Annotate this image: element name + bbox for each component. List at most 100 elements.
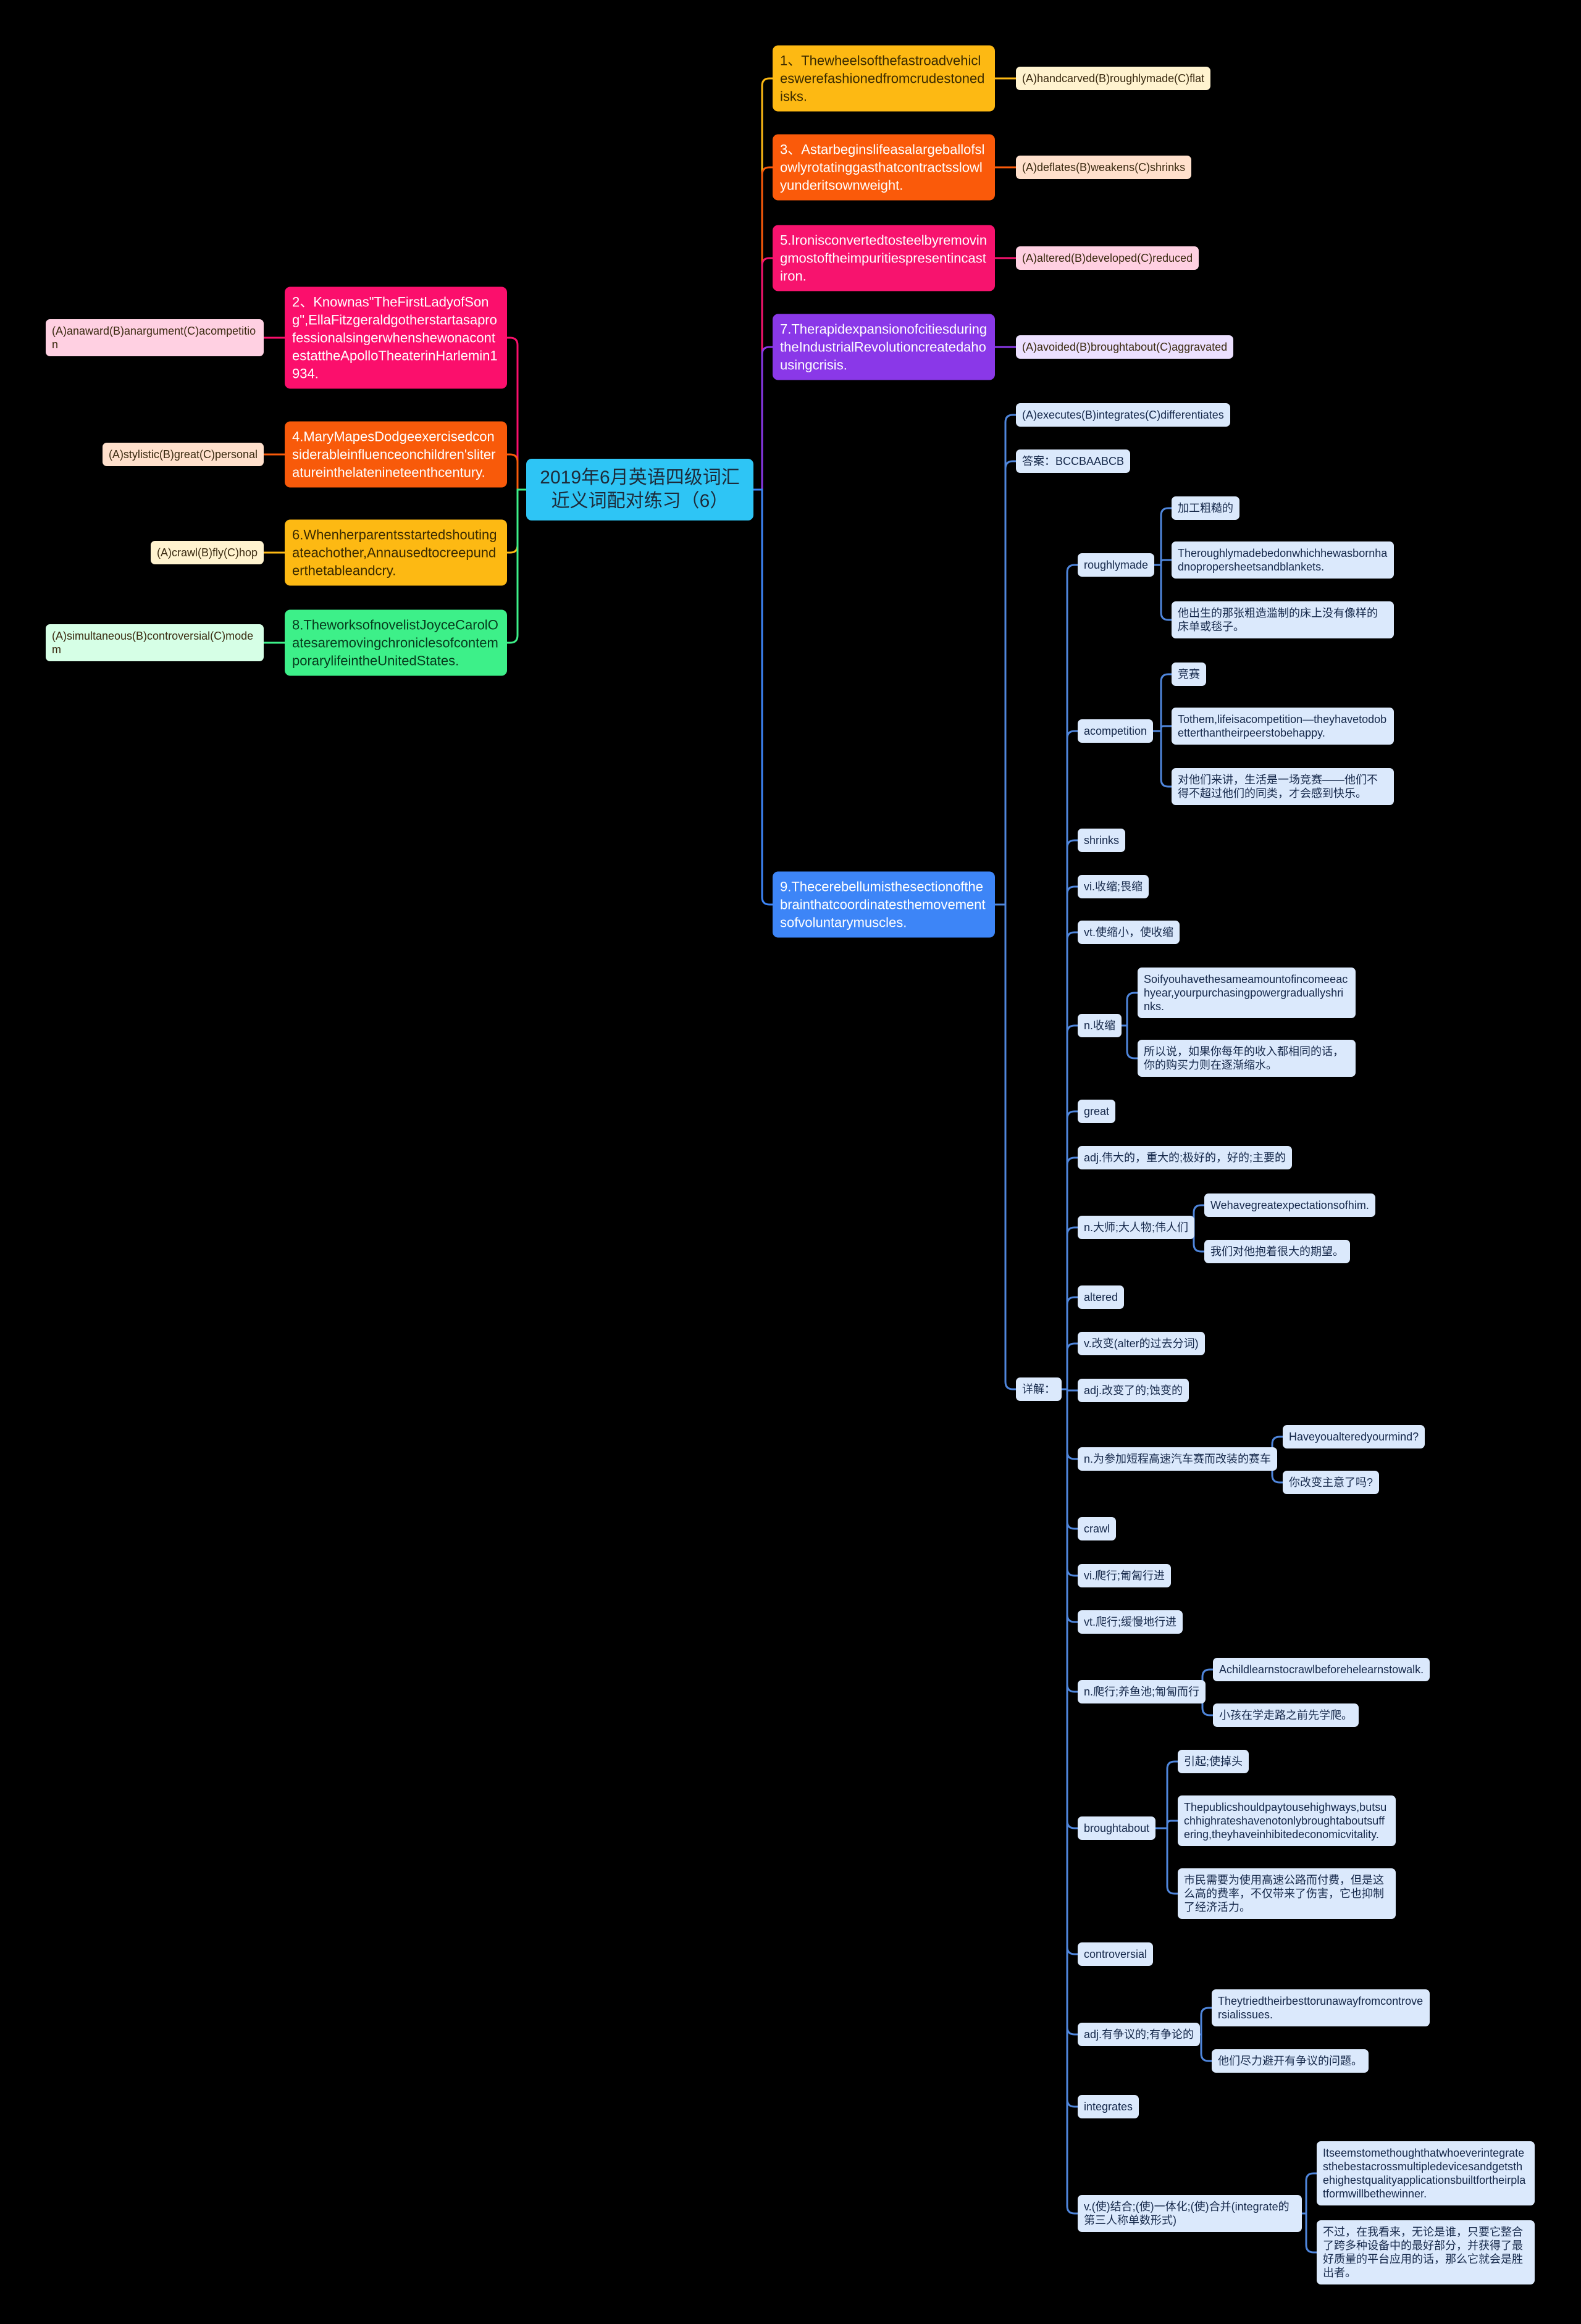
connector bbox=[507, 488, 526, 554]
detail-term[interactable]: n.为参加短程高速汽车赛而改装的赛车 bbox=[1078, 1447, 1278, 1471]
connector bbox=[1122, 992, 1138, 1027]
detail-example[interactable]: 竞赛 bbox=[1172, 663, 1206, 686]
connector bbox=[1062, 1342, 1078, 1390]
connector bbox=[1062, 1388, 1078, 1530]
connector bbox=[507, 336, 526, 491]
question-node[interactable]: 2、Knownas"TheFirstLadyofSong",EllaFitzge… bbox=[285, 286, 507, 389]
detail-example[interactable]: Thepublicshouldpaytousehighways,butsuchh… bbox=[1178, 1795, 1396, 1846]
connector bbox=[507, 453, 526, 491]
detail-example[interactable]: Haveyoualteredyourmind? bbox=[1283, 1425, 1425, 1448]
detail-term[interactable]: integrates bbox=[1078, 2095, 1139, 2118]
options-node[interactable]: (A)handcarved(B)roughlymade(C)flat bbox=[1016, 67, 1211, 90]
detail-term[interactable]: v.(使)结合;(使)一体化;(使)合并(integrate的第三人称单数形式) bbox=[1078, 2195, 1302, 2232]
connector bbox=[1062, 885, 1078, 1390]
connector bbox=[1193, 1226, 1204, 1253]
connector bbox=[1062, 1388, 1078, 2215]
connector bbox=[1153, 725, 1172, 732]
detail-example[interactable]: Theroughlymadebedonwhichhewasbornhadnopr… bbox=[1172, 541, 1394, 579]
options-node[interactable]: (A)executes(B)integrates(C)differentiate… bbox=[1016, 403, 1230, 427]
connector bbox=[1062, 1388, 1078, 1577]
detail-example[interactable]: 引起;使掉头 bbox=[1178, 1750, 1249, 1773]
detail-example[interactable]: 你改变主意了吗? bbox=[1283, 1471, 1380, 1494]
detail-term[interactable]: v.改变(alter的过去分词) bbox=[1078, 1332, 1205, 1355]
detail-term[interactable]: adj.改变了的;蚀变的 bbox=[1078, 1379, 1189, 1402]
detail-example[interactable]: Wehavegreatexpectationsofhim. bbox=[1204, 1193, 1375, 1217]
connector bbox=[1155, 1820, 1178, 1829]
detail-term[interactable]: altered bbox=[1078, 1285, 1125, 1309]
detail-term[interactable]: controversial bbox=[1078, 1942, 1154, 1966]
detail-term[interactable]: n.爬行;养鱼池;匍匐而行 bbox=[1078, 1680, 1206, 1703]
detail-example[interactable]: Itseemstomethoughthatwhoeverintegratesth… bbox=[1317, 2141, 1535, 2205]
options-node[interactable]: (A)altered(B)developed(C)reduced bbox=[1016, 246, 1199, 270]
detail-term[interactable]: acompetition bbox=[1078, 719, 1154, 743]
detail-term[interactable]: vi.收缩;畏缩 bbox=[1078, 875, 1149, 898]
connector bbox=[1062, 931, 1078, 1390]
detail-term[interactable]: vt.使缩小，使收缩 bbox=[1078, 921, 1180, 944]
connector bbox=[1200, 2033, 1212, 2062]
question-node-9[interactable]: 9.Thecerebellumisthesectionofthebraintha… bbox=[773, 871, 995, 938]
connector bbox=[1154, 559, 1172, 566]
connector bbox=[1062, 1296, 1078, 1390]
options-node[interactable]: (A)stylistic(B)great(C)personal bbox=[102, 443, 264, 466]
connector bbox=[1200, 2007, 1212, 2036]
detail-example[interactable]: Soifyouhavethesameamountofincomeeachyear… bbox=[1138, 968, 1356, 1018]
connector bbox=[995, 414, 1016, 906]
question-node[interactable]: 5.Ironisconvertedtosteelbyremovingmostof… bbox=[773, 225, 995, 291]
detail-label[interactable]: 详解： bbox=[1016, 1377, 1062, 1401]
connector bbox=[1302, 2172, 1317, 2215]
connector bbox=[1062, 1110, 1078, 1390]
question-node[interactable]: 8.TheworksofnovelistJoyceCarolOatesaremo… bbox=[285, 609, 507, 676]
connector bbox=[1062, 1156, 1078, 1390]
detail-example[interactable]: 他出生的那张粗造滥制的床上没有像样的床单或毯子。 bbox=[1172, 601, 1394, 638]
detail-example[interactable]: 不过，在我看来，无论是谁，只要它整合了跨多种设备中的最好部分，并获得了最好质量的… bbox=[1317, 2220, 1535, 2284]
connector bbox=[995, 460, 1016, 906]
options-node[interactable]: (A)avoided(B)broughtabout(C)aggravated bbox=[1016, 335, 1234, 359]
connector bbox=[1155, 1760, 1178, 1829]
detail-example[interactable]: Achildlearnstocrawlbeforehelearnstowalk. bbox=[1213, 1658, 1430, 1681]
detail-term[interactable]: roughlymade bbox=[1078, 553, 1155, 577]
detail-term[interactable]: vi.爬行;匍匐行进 bbox=[1078, 1564, 1172, 1587]
detail-term[interactable]: vt.爬行;缓慢地行进 bbox=[1078, 1610, 1183, 1634]
connector bbox=[1062, 839, 1078, 1390]
connector bbox=[1154, 564, 1172, 621]
question-node[interactable]: 3、Astarbeginslifeasalargeballofslowlyrot… bbox=[773, 134, 995, 201]
detail-example[interactable]: 我们对他抱着很大的期望。 bbox=[1204, 1240, 1350, 1263]
question-node[interactable]: 7.TherapidexpansionofcitiesduringtheIndu… bbox=[773, 314, 995, 380]
answer-node[interactable]: 答案：BCCBAABCB bbox=[1016, 449, 1131, 473]
detail-example[interactable]: 小孩在学走路之前先学爬。 bbox=[1213, 1703, 1359, 1727]
connector bbox=[1155, 1827, 1178, 1895]
connector bbox=[1062, 1388, 1078, 2108]
detail-example[interactable]: 他们尽力避开有争议的问题。 bbox=[1212, 2049, 1369, 2073]
detail-term[interactable]: n.大师;大人物;伟人们 bbox=[1078, 1216, 1195, 1239]
detail-example[interactable]: 加工粗糙的 bbox=[1172, 496, 1239, 520]
connector bbox=[753, 166, 773, 491]
detail-term[interactable]: shrinks bbox=[1078, 829, 1126, 852]
connector bbox=[1062, 1388, 1078, 1693]
options-node[interactable]: (A)anaward(B)anargument(C)acompetition bbox=[46, 319, 264, 356]
detail-term[interactable]: crawl bbox=[1078, 1517, 1117, 1540]
options-node[interactable]: (A)deflates(B)weakens(C)shrinks bbox=[1016, 156, 1192, 179]
detail-example[interactable]: Theytriedtheirbesttorunawayfromcontrover… bbox=[1212, 1989, 1430, 2026]
detail-term[interactable]: adj.伟大的，重大的;极好的，好的;主要的 bbox=[1078, 1146, 1293, 1169]
question-node[interactable]: 1、Thewheelsofthefastroadvehicleswerefash… bbox=[773, 45, 995, 112]
connector bbox=[753, 488, 773, 906]
detail-term[interactable]: broughtabout bbox=[1078, 1816, 1156, 1840]
detail-example[interactable]: Tothem,lifeisacompetition—theyhavetodobe… bbox=[1172, 708, 1394, 745]
detail-term[interactable]: n.收缩 bbox=[1078, 1014, 1122, 1037]
connector bbox=[1062, 1388, 1078, 1955]
detail-example[interactable]: 对他们来讲，生活是一场竞赛——他们不得不超过他们的同类，才会感到快乐。 bbox=[1172, 768, 1394, 805]
connector bbox=[753, 77, 773, 491]
options-node[interactable]: (A)crawl(B)fly(C)hop bbox=[150, 541, 264, 564]
connector bbox=[1062, 730, 1078, 1390]
connector bbox=[1302, 2212, 1317, 2254]
question-node[interactable]: 6.Whenherparentsstartedshoutingateachoth… bbox=[285, 519, 507, 586]
connector bbox=[1193, 1204, 1204, 1229]
root-topic[interactable]: 2019年6月英语四级词汇近义词配对练习（6） bbox=[526, 459, 753, 520]
detail-term[interactable]: adj.有争议的;有争论的 bbox=[1078, 2023, 1201, 2046]
question-node[interactable]: 4.MaryMapesDodgeexercisedconsiderableinf… bbox=[285, 421, 507, 488]
detail-example[interactable]: 市民需要为使用高速公路而付费，但是这么高的费率，不仅带来了伤害，它也抑制了经济活… bbox=[1178, 1868, 1396, 1919]
options-node[interactable]: (A)simultaneous(B)controversial(C)modem bbox=[46, 624, 264, 661]
connector bbox=[1062, 564, 1078, 1390]
detail-term[interactable]: great bbox=[1078, 1100, 1116, 1123]
detail-example[interactable]: 所以说，如果你每年的收入都相同的话，你的购买力则在逐渐缩水。 bbox=[1138, 1040, 1356, 1077]
